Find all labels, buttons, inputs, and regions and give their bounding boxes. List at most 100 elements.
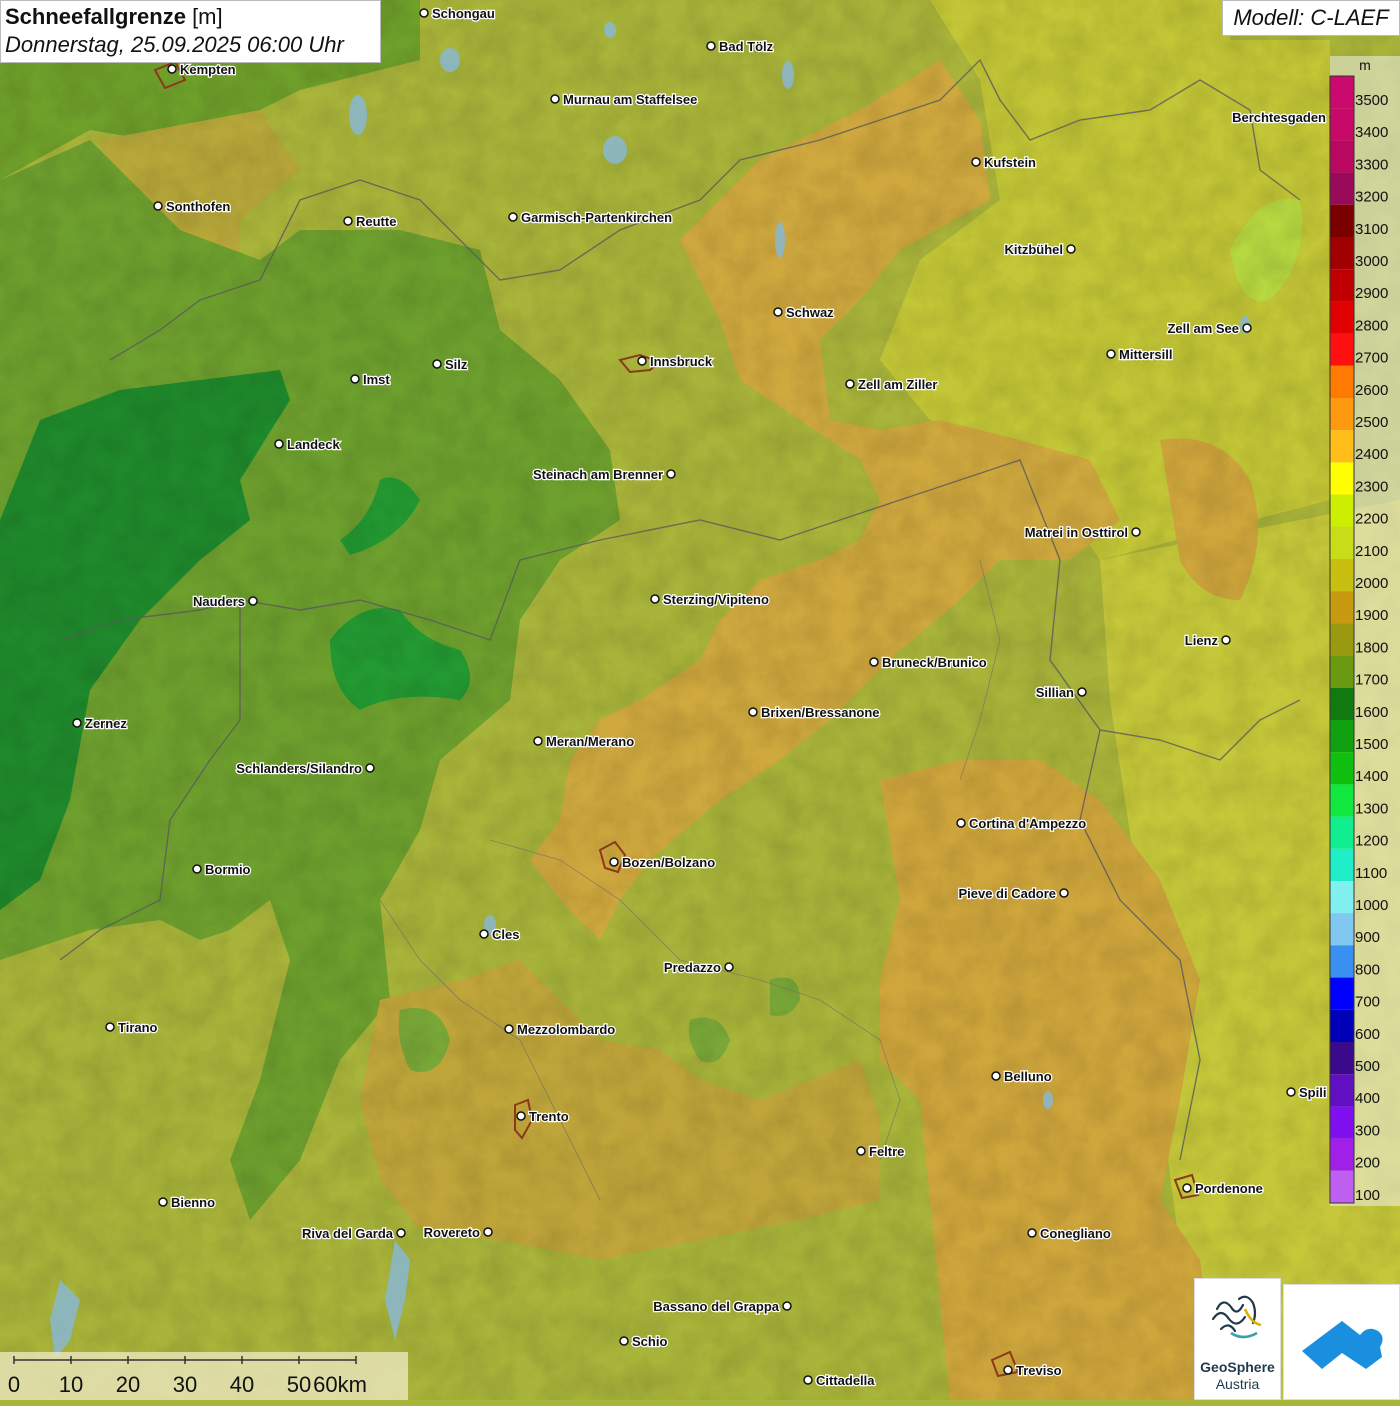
weather-app-logo[interactable] [1283,1284,1400,1400]
legend-label: 2300 [1355,478,1388,495]
legend-label: 900 [1355,929,1380,946]
city-marker[interactable]: Murnau am Staffelsee [550,91,699,108]
city-dot [1077,687,1087,697]
city-label: Cortina d'Ampezzo [969,816,1086,831]
city-dot [153,201,163,211]
city-marker[interactable]: Berchtesgaden [1231,109,1339,126]
city-dot [274,439,284,449]
city-marker[interactable]: Sonthofen [153,198,232,215]
city-dot [508,212,518,222]
city-label: Sillian [1036,685,1074,700]
city-dot [419,8,429,18]
city-label: Brixen/Bressanone [761,705,880,720]
city-marker[interactable]: Cortina d'Ampezzo [956,815,1088,832]
legend-swatch [1330,1042,1354,1075]
city-dot [773,307,783,317]
city-marker[interactable]: Mezzolombardo [504,1021,617,1038]
city-label: Bozen/Bolzano [622,855,715,870]
city-dot [167,64,177,74]
legend-label: 1300 [1355,800,1388,817]
city-marker[interactable]: Matrei in Osttirol [1023,524,1141,541]
city-label: Cittadella [816,1373,875,1388]
city-dot [748,707,758,717]
legend-swatch [1330,687,1354,720]
city-marker[interactable]: Bruneck/Brunico [869,654,988,671]
city-dot [479,929,489,939]
legend-swatch [1330,462,1354,495]
legend-swatch [1330,398,1354,431]
city-marker[interactable]: Zell am See [1166,320,1252,337]
city-marker[interactable]: Bassano del Grappa [652,1298,792,1315]
legend-swatch [1330,623,1354,656]
city-marker[interactable]: Pordenone [1182,1180,1264,1197]
legend-label: 1900 [1355,607,1388,624]
city-label: Zell am See [1167,321,1239,336]
legend-label: 200 [1355,1155,1380,1172]
legend-swatch [1330,430,1354,463]
city-label: Sterzing/Vipiteno [663,592,769,607]
city-marker[interactable]: Steinach am Brenner [532,466,676,483]
city-marker[interactable]: Garmisch-Partenkirchen [508,209,673,226]
city-dot [1286,1087,1296,1097]
scale-label: 40 [230,1372,254,1397]
city-dot [971,157,981,167]
legend-swatch [1330,816,1354,849]
snowline-map[interactable]: Schongau Bad Tölz Kempten Murnau am Staffel… [0,0,1400,1400]
city-marker[interactable]: Schongau [419,5,496,22]
city-dot [856,1146,866,1156]
city-label: Silz [445,357,468,372]
city-label: Bassano del Grappa [653,1299,779,1314]
city-label: Innsbruck [650,354,713,369]
city-dot [991,1071,1001,1081]
city-label: Reutte [356,214,396,229]
city-label: Cles [492,927,519,942]
city-label: Bormio [205,862,251,877]
legend-swatch [1330,913,1354,946]
city-label: Predazzo [664,960,721,975]
city-marker[interactable]: Sterzing/Vipiteno [650,591,770,608]
city-dot [72,718,82,728]
city-dot [803,1375,813,1385]
legend-label: 3100 [1355,221,1388,238]
city-label: Mezzolombardo [517,1022,615,1037]
city-dot [192,864,202,874]
legend-label: 2800 [1355,317,1388,334]
legend-label: 1500 [1355,736,1388,753]
legend-swatch [1330,365,1354,398]
city-label: Schio [632,1334,667,1349]
legend-swatch [1330,752,1354,785]
city-label: Riva del Garda [302,1226,394,1241]
city-label: Zell am Ziller [858,377,937,392]
city-marker[interactable]: Schlanders/Silandro [235,760,375,777]
city-label: Mittersill [1119,347,1172,362]
city-dot [483,1227,493,1237]
city-label: Imst [363,372,390,387]
legend-swatch [1330,655,1354,688]
geosphere-subtext: Austria [1215,1376,1260,1392]
legend-label: 1200 [1355,833,1388,850]
legend-label: 700 [1355,994,1380,1011]
geosphere-logo[interactable]: GeoSphere Austria [1194,1278,1281,1400]
city-marker[interactable]: Riva del Garda [301,1225,406,1242]
city-marker[interactable]: Brixen/Bressanone [748,704,881,721]
geosphere-icon [1211,1295,1262,1339]
city-label: Matrei in Osttirol [1025,525,1128,540]
city-label: Belluno [1004,1069,1052,1084]
city-label: Spili [1299,1085,1326,1100]
city-marker[interactable]: Zell am Ziller [845,376,939,393]
legend-swatch [1330,76,1354,109]
city-dot [666,469,676,479]
city-dot [782,1301,792,1311]
city-marker[interactable]: Conegliano [1027,1225,1112,1242]
map-title-box: Schneefallgrenze [m] Donnerstag, 25.09.2… [0,0,381,63]
city-marker[interactable]: Meran/Merano [533,733,635,750]
city-dot [533,736,543,746]
city-marker[interactable]: Pieve di Cadore [957,885,1069,902]
legend-label: 2000 [1355,575,1388,592]
legend-swatch [1330,977,1354,1010]
legend-label: 1600 [1355,704,1388,721]
city-marker[interactable]: Innsbruck [637,353,714,370]
city-label: Schongau [432,6,495,21]
city-marker[interactable]: Bozen/Bolzano [609,854,716,871]
legend-swatch [1330,269,1354,302]
